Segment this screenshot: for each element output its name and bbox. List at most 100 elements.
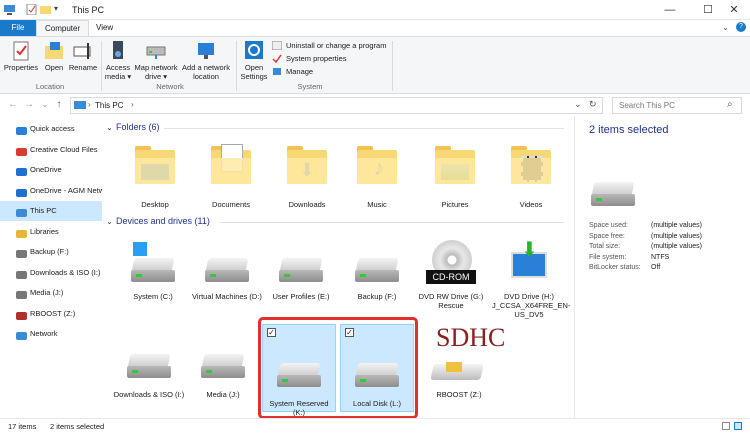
ribbon-separator — [392, 41, 393, 91]
property-value: (multiple values) — [651, 232, 702, 240]
manage-button[interactable]: Manage — [272, 66, 313, 77]
sidebar-item-media-j[interactable]: Media (J:) — [0, 283, 102, 303]
map-network-drive-label: Map network drive ▾ — [134, 63, 178, 81]
pc-icon — [4, 4, 15, 15]
selected-count: 2 items selected — [50, 422, 105, 431]
refresh-icon[interactable]: ↻ — [589, 99, 597, 110]
drive-icon — [16, 288, 27, 299]
tab-view[interactable]: View — [88, 20, 121, 36]
sidebar-item-network[interactable]: Network — [0, 324, 102, 344]
uninstall-icon — [271, 40, 283, 51]
folder-label: Videos — [519, 200, 543, 209]
close-button[interactable]: ✕ — [714, 0, 750, 20]
navigation-pane: Quick access Creative Cloud Files OneDrive… — [0, 116, 104, 418]
sidebar-item-label: This PC — [30, 206, 57, 215]
access-media-button[interactable]: Access media ▾ — [103, 39, 133, 81]
status-bar: 17 items 2 items selected — [0, 418, 750, 434]
chevron-down-icon[interactable]: ⌄ — [106, 123, 113, 132]
drive-label: Virtual Machines (D:) — [192, 292, 262, 301]
properties-quick-icon[interactable] — [26, 3, 37, 16]
sidebar-item-backup-f[interactable]: Backup (F:) — [0, 242, 102, 262]
map-network-drive-button[interactable]: Map network drive ▾ — [134, 39, 178, 81]
sidebar-item-label: Quick access — [30, 124, 75, 133]
folder-tile[interactable]: ⬇ Downloads — [270, 142, 344, 209]
drive-tile[interactable]: SDHC RBOOST (Z:) — [422, 324, 505, 399]
sidebar-item-libraries[interactable]: Libraries — [0, 222, 102, 242]
sidebar-item-label: Media (J:) — [30, 288, 64, 297]
breadcrumb[interactable]: This PC — [95, 101, 123, 110]
address-bar[interactable]: › This PC › ⌄ ↻ — [70, 97, 603, 114]
properties-icon — [10, 41, 32, 61]
chevron-down-icon[interactable]: ⌄ — [574, 99, 582, 110]
tab-computer[interactable]: Computer — [36, 20, 90, 36]
cd-rom-badge: CD-ROM — [426, 270, 476, 284]
uninstall-program-button[interactable]: Uninstall or change a program — [271, 40, 386, 51]
open-settings-button[interactable]: Open Settings — [238, 39, 270, 81]
drive-tile[interactable]: CD-ROM DVD RW Drive (G:) Rescue — [414, 240, 488, 310]
cd-rom-icon: CD-ROM — [414, 240, 488, 288]
forward-button[interactable]: → — [22, 98, 36, 112]
desktop-folder-icon — [131, 142, 179, 186]
new-folder-quick-icon[interactable] — [40, 4, 51, 15]
recent-locations-button[interactable]: ⌄ — [38, 98, 52, 112]
drive-icon — [340, 252, 414, 288]
help-icon[interactable]: ? — [736, 22, 746, 32]
access-media-label: Access media ▾ — [104, 63, 132, 81]
group-location-label: Location — [35, 82, 65, 91]
ribbon: Properties Open Rename Location Access m… — [0, 36, 750, 94]
folder-tile[interactable]: Pictures — [418, 142, 492, 209]
sidebar-item-downloads-iso-i[interactable]: Downloads & ISO (I:) — [0, 263, 102, 283]
open-label: Open — [44, 63, 64, 72]
add-network-location-button[interactable]: Add a network location — [180, 39, 232, 81]
drive-tile[interactable]: Backup (F:) — [340, 240, 414, 301]
chevron-down-icon[interactable]: ⌄ — [106, 217, 113, 226]
pictures-folder-icon — [431, 142, 479, 186]
up-button[interactable]: ↑ — [52, 98, 66, 112]
folders-group-header[interactable]: Folders (6) — [116, 122, 160, 132]
search-input[interactable]: Search This PC — [619, 101, 675, 110]
sidebar-item-this-pc[interactable]: This PC — [0, 201, 102, 221]
sidebar-item-onedrive[interactable]: OneDrive — [0, 160, 102, 180]
sidebar-item-label: Downloads & ISO (I:) — [30, 267, 101, 277]
sidebar-item-label: OneDrive - AGM Networks — [30, 185, 102, 195]
open-folder-icon — [43, 41, 65, 61]
folder-tile[interactable]: Videos — [494, 142, 568, 209]
drives-group-header[interactable]: Devices and drives (11) — [116, 216, 210, 226]
sidebar-item-label: Backup (F:) — [30, 247, 69, 256]
folder-label: Desktop — [141, 200, 169, 209]
tab-file[interactable]: File — [0, 20, 36, 36]
drive-tile[interactable]: System (C:) — [116, 240, 190, 301]
search-box[interactable]: Search This PC ⌕ — [612, 97, 742, 114]
folder-tile[interactable]: Documents — [194, 142, 268, 209]
sidebar-item-quick-access[interactable]: Quick access — [0, 119, 102, 139]
properties-label: Properties — [3, 63, 39, 72]
drive-tile[interactable]: Virtual Machines (D:) — [190, 240, 264, 301]
large-icons-view-icon[interactable] — [734, 422, 742, 430]
details-view-icon[interactable] — [722, 422, 730, 430]
search-icon[interactable]: ⌕ — [727, 99, 733, 110]
sidebar-item-onedrive-agm-networks[interactable]: OneDrive - AGM Networks — [0, 181, 102, 201]
library-icon — [16, 227, 27, 238]
drive-icon — [186, 348, 260, 384]
drive-tile[interactable]: User Profiles (E:) — [264, 240, 338, 301]
drive-icon — [112, 348, 186, 384]
sidebar-item-creative-cloud-files[interactable]: Creative Cloud Files — [0, 140, 102, 160]
details-pane: 2 items selected Space used: (multiple va… — [574, 116, 750, 418]
customize-quick-access-icon[interactable]: ▾ — [54, 4, 65, 15]
rename-button[interactable]: Rename — [68, 39, 98, 72]
drive-tile[interactable]: Media (J:) — [186, 336, 260, 399]
media-server-icon — [107, 41, 129, 61]
details-title: 2 items selected — [589, 124, 669, 136]
sidebar-item-rboost-z[interactable]: RBOOST (Z:) — [0, 304, 102, 324]
drive-tile[interactable]: Downloads & ISO (I:) — [112, 336, 186, 399]
expand-ribbon-icon[interactable]: ⌄ — [722, 23, 729, 32]
properties-button[interactable]: Properties — [3, 39, 39, 72]
open-button[interactable]: Open — [41, 39, 67, 72]
folder-tile[interactable]: ♪ Music — [340, 142, 414, 209]
back-button[interactable]: ← — [6, 98, 20, 112]
folder-label: Documents — [212, 200, 250, 209]
drive-tile[interactable]: ⬇ DVD Drive (H:) J_CCSA_X64FRE_EN-US_DV5 — [492, 240, 570, 319]
system-properties-button[interactable]: System properties — [272, 53, 346, 64]
folder-tile[interactable]: Desktop — [118, 142, 192, 209]
minimize-button[interactable]: — — [650, 0, 690, 20]
